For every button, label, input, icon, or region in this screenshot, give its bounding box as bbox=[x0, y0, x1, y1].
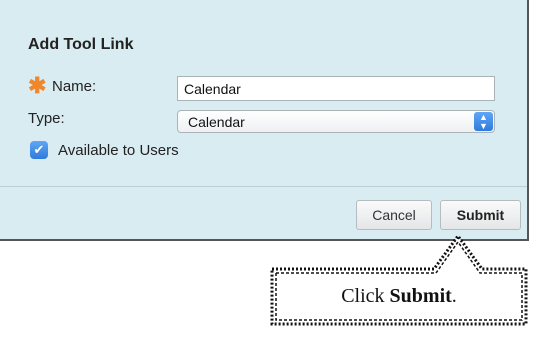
submit-button[interactable]: Submit bbox=[440, 200, 521, 230]
add-tool-link-panel: Add Tool Link ✱ Name: Type: Calendar ▲▼ … bbox=[0, 0, 529, 241]
type-select[interactable]: Calendar ▲ ▼ bbox=[177, 110, 495, 133]
type-select-value: Calendar bbox=[188, 114, 245, 130]
callout-emphasis: Submit bbox=[389, 284, 452, 307]
required-asterisk-icon: ✱ bbox=[28, 73, 47, 98]
cancel-button[interactable]: Cancel bbox=[356, 200, 432, 230]
select-arrows-icon: ▲ ▼ bbox=[474, 112, 493, 131]
available-label: Available to Users bbox=[58, 142, 179, 159]
callout-text: Click Submit. bbox=[276, 272, 522, 320]
callout-prefix: Click bbox=[341, 284, 390, 307]
type-label: Type: bbox=[28, 110, 65, 127]
panel-title: Add Tool Link bbox=[28, 36, 134, 53]
name-input[interactable] bbox=[177, 76, 495, 101]
name-label: Name: bbox=[52, 78, 97, 95]
divider bbox=[0, 186, 527, 187]
available-checkbox[interactable]: ✔ bbox=[30, 141, 48, 159]
callout-suffix: . bbox=[451, 284, 457, 307]
